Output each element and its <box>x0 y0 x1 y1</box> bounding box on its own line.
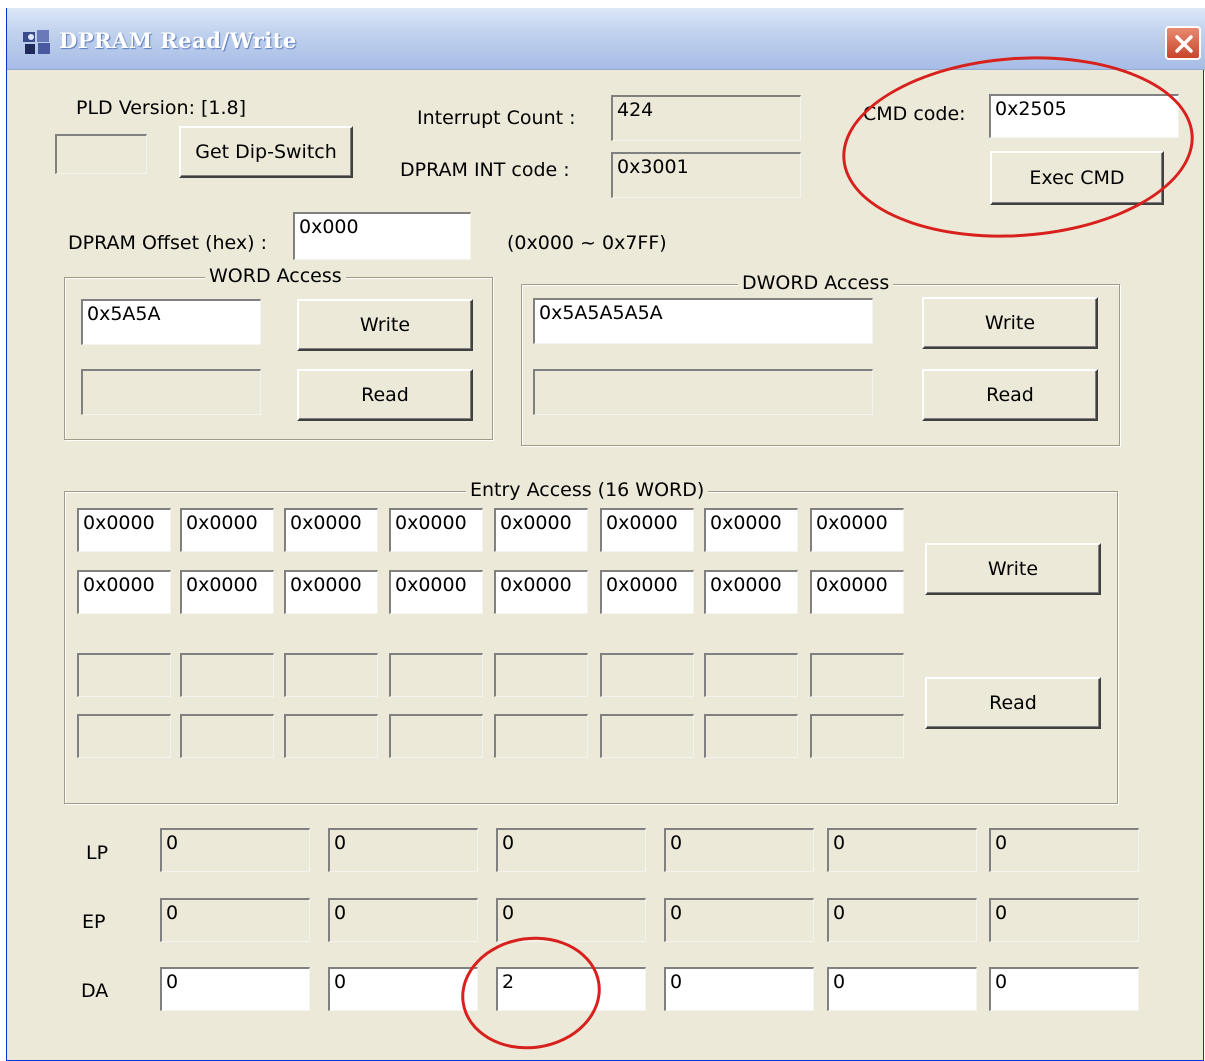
entry-read-cell <box>77 714 171 758</box>
entry-write-cell[interactable]: 0x0000 <box>704 570 798 614</box>
lp-field: 0 <box>664 828 814 872</box>
dword-write-input[interactable]: 0x5A5A5A5A <box>533 298 873 344</box>
dword-write-button[interactable]: Write <box>922 297 1098 349</box>
entry-write-cell[interactable]: 0x0000 <box>389 508 483 552</box>
ep-field: 0 <box>328 898 478 942</box>
da-input[interactable]: 0 <box>989 967 1139 1011</box>
entry-read-cell <box>494 714 588 758</box>
da-input[interactable]: 0 <box>664 967 814 1011</box>
entry-read-cell <box>810 714 904 758</box>
entry-read-cell <box>600 714 694 758</box>
ep-field: 0 <box>827 898 977 942</box>
entry-write-cell[interactable]: 0x0000 <box>77 508 171 552</box>
da-label: DA <box>81 980 109 1002</box>
entry-read-cell <box>284 653 378 697</box>
interrupt-count-field: 424 <box>611 95 801 141</box>
close-button[interactable] <box>1165 26 1201 60</box>
entry-write-cell[interactable]: 0x0000 <box>810 570 904 614</box>
entry-read-cell <box>810 653 904 697</box>
get-dip-switch-button[interactable]: Get Dip-Switch <box>179 126 353 178</box>
lp-field: 0 <box>328 828 478 872</box>
entry-write-button[interactable]: Write <box>925 543 1101 595</box>
lp-field: 0 <box>496 828 646 872</box>
offset-range-hint: (0x000 ~ 0x7FF) <box>507 232 667 254</box>
window-title: DPRAM Read/Write <box>59 28 297 53</box>
ep-field: 0 <box>496 898 646 942</box>
dpram-int-code-field: 0x3001 <box>611 152 801 198</box>
entry-write-cell[interactable]: 0x0000 <box>600 570 694 614</box>
entry-read-cell <box>284 714 378 758</box>
interrupt-count-label: Interrupt Count : <box>417 107 576 129</box>
word-read-button[interactable]: Read <box>297 369 473 421</box>
entry-access-title: Entry Access (16 WORD) <box>466 479 709 501</box>
entry-write-cell[interactable]: 0x0000 <box>180 570 274 614</box>
dpram-offset-label: DPRAM Offset (hex) : <box>68 232 267 254</box>
entry-write-cell[interactable]: 0x0000 <box>704 508 798 552</box>
lp-field: 0 <box>827 828 977 872</box>
app-icon <box>23 30 50 54</box>
entry-read-cell <box>494 653 588 697</box>
entry-write-cell[interactable]: 0x0000 <box>494 570 588 614</box>
entry-read-cell <box>77 653 171 697</box>
ep-field: 0 <box>989 898 1139 942</box>
entry-read-cell <box>704 714 798 758</box>
entry-write-cell[interactable]: 0x0000 <box>77 570 171 614</box>
dpram-offset-input[interactable]: 0x000 <box>293 212 471 260</box>
lp-label: LP <box>86 842 109 864</box>
dword-read-button[interactable]: Read <box>922 369 1098 421</box>
dword-access-title: DWORD Access <box>738 272 894 294</box>
lp-field: 0 <box>160 828 310 872</box>
entry-write-cell[interactable]: 0x0000 <box>284 570 378 614</box>
da-input[interactable]: 0 <box>827 967 977 1011</box>
word-write-button[interactable]: Write <box>297 299 473 351</box>
ep-label: EP <box>82 911 106 933</box>
dword-read-field <box>533 369 873 415</box>
word-access-title: WORD Access <box>205 265 346 287</box>
close-icon <box>1175 35 1193 53</box>
ep-field: 0 <box>160 898 310 942</box>
lp-field: 0 <box>989 828 1139 872</box>
dpram-int-code-label: DPRAM INT code : <box>400 159 570 181</box>
entry-write-cell[interactable]: 0x0000 <box>600 508 694 552</box>
da-input[interactable]: 0 <box>328 967 478 1011</box>
word-write-input[interactable]: 0x5A5A <box>81 299 261 345</box>
entry-read-button[interactable]: Read <box>925 677 1101 729</box>
entry-read-cell <box>704 653 798 697</box>
entry-write-cell[interactable]: 0x0000 <box>284 508 378 552</box>
dip-switch-display <box>55 134 147 174</box>
entry-write-cell[interactable]: 0x0000 <box>389 570 483 614</box>
da-input[interactable]: 0 <box>160 967 310 1011</box>
pld-version-label: PLD Version: [1.8] <box>76 97 247 119</box>
entry-write-cell[interactable]: 0x0000 <box>810 508 904 552</box>
entry-read-cell <box>600 653 694 697</box>
ep-field: 0 <box>664 898 814 942</box>
entry-read-cell <box>389 653 483 697</box>
entry-read-cell <box>180 714 274 758</box>
entry-read-cell <box>389 714 483 758</box>
entry-write-cell[interactable]: 0x0000 <box>180 508 274 552</box>
word-read-field <box>81 369 261 415</box>
entry-read-cell <box>180 653 274 697</box>
entry-write-cell[interactable]: 0x0000 <box>494 508 588 552</box>
